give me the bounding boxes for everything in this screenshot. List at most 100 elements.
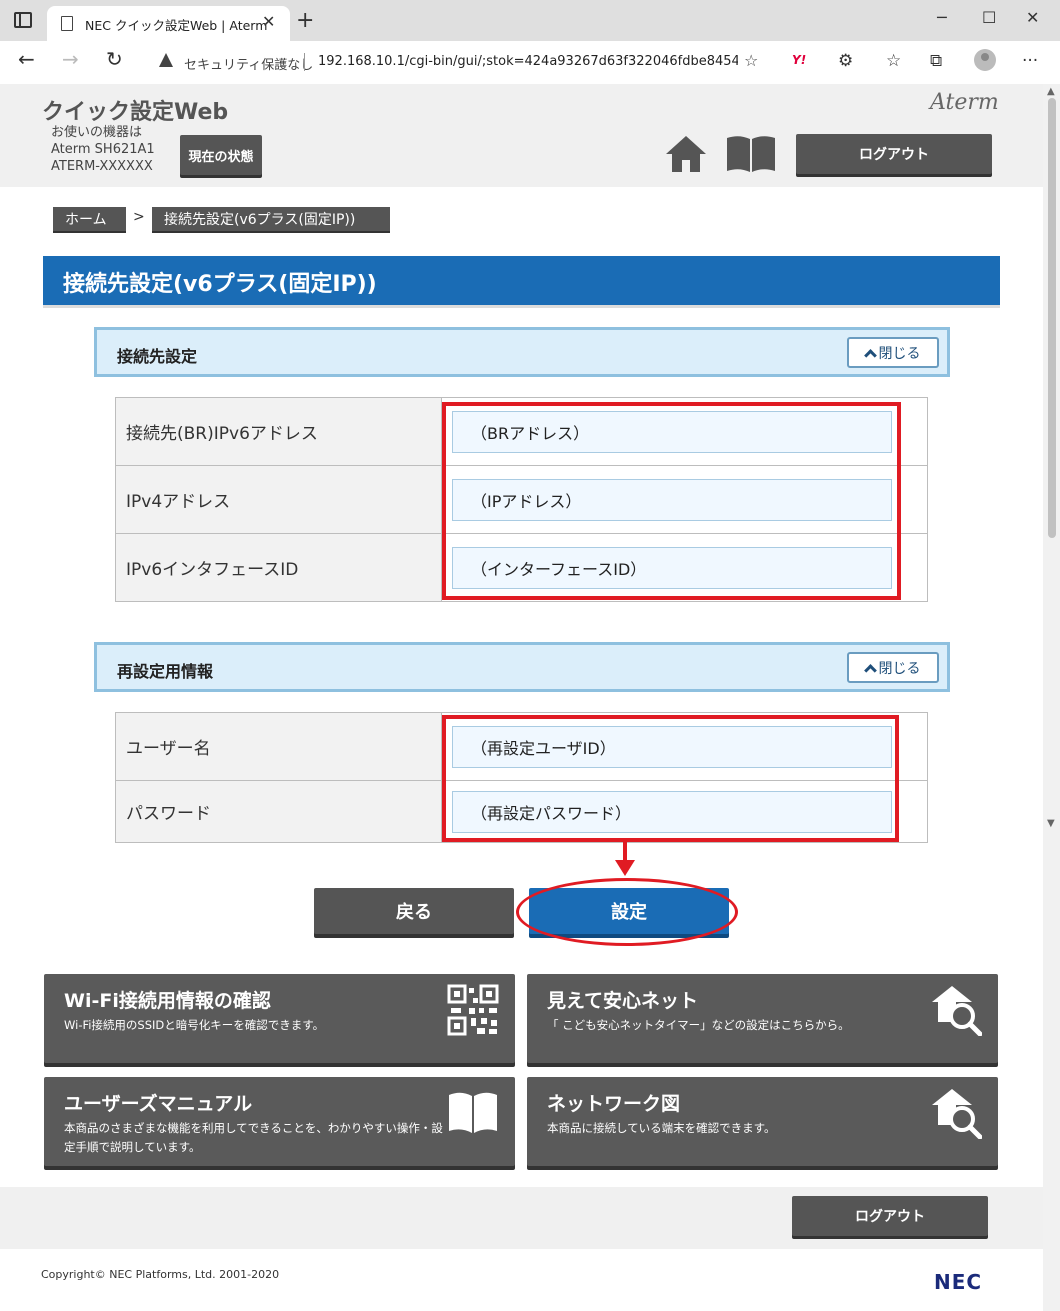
book-icon[interactable] — [725, 134, 777, 174]
breadcrumb-current[interactable]: 接続先設定(v6プラス(固定IP)) — [152, 207, 390, 231]
field-label-ipv4: IPv4アドレス — [115, 465, 442, 534]
address-separator — [304, 53, 305, 71]
forward-icon[interactable]: → — [62, 47, 79, 71]
nav-bar: ← → ↻ セキュリティ保護なし 192.168.10.1/cgi-bin/gu… — [0, 41, 1060, 84]
tab-title: NEC クイック設定Web | Aterm — [85, 18, 268, 33]
tile-title: 見えて安心ネット — [547, 990, 699, 1012]
tile-title: Wi-Fi接続用情報の確認 — [64, 990, 271, 1012]
copyright: Copyright© NEC Platforms, Ltd. 2001-2020 — [41, 1268, 280, 1281]
breadcrumb-separator: > — [133, 209, 145, 225]
reset-info-table: ユーザー名 パスワード — [115, 712, 928, 843]
logout-button[interactable]: ログアウト — [796, 134, 992, 174]
field-label-username: ユーザー名 — [115, 712, 442, 781]
site-header: クイック設定Web お使いの機器は Aterm SH621A1 ATERM-XX… — [0, 84, 1043, 187]
device-info: お使いの機器は Aterm SH621A1 ATERM-XXXXXX — [51, 124, 155, 175]
maximize-button[interactable]: ☐ — [982, 8, 996, 27]
browser-chrome: NEC クイック設定Web | Aterm ✕ + ─ ☐ ✕ ← → ↻ セキ… — [0, 0, 1060, 84]
breadcrumb-home[interactable]: ホーム — [53, 207, 126, 231]
home-search-icon — [932, 1089, 982, 1139]
chevron-up-icon — [863, 348, 877, 362]
extensions-icon[interactable]: ⚙ — [838, 51, 853, 71]
tile-wifi-info[interactable]: Wi-Fi接続用情報の確認 Wi-Fi接続用のSSIDと暗号化キーを確認できます… — [44, 974, 515, 1063]
tile-description: Wi-Fi接続用のSSIDと暗号化キーを確認できます。 — [64, 1018, 325, 1032]
field-cell — [441, 465, 928, 534]
favorites-icon[interactable]: ☆ — [886, 51, 901, 71]
scrollbar[interactable]: ▲ ▼ — [1043, 84, 1060, 1311]
back-button[interactable]: 戻る — [314, 888, 514, 934]
field-cell — [441, 712, 928, 781]
tile-users-manual[interactable]: ユーザーズマニュアル 本商品のさまざまな機能を利用してできることを、わかりやすい… — [44, 1077, 515, 1166]
field-cell — [441, 397, 928, 466]
warning-icon[interactable] — [159, 53, 173, 67]
tile-description: 本商品に接続している端末を確認できます。 — [547, 1121, 776, 1135]
field-label-interface-id: IPv6インタフェースID — [115, 533, 442, 602]
security-status[interactable]: セキュリティ保護なし — [184, 54, 313, 73]
scroll-thumb[interactable] — [1048, 98, 1056, 538]
username-input[interactable] — [452, 725, 892, 768]
collapse-button[interactable]: 閉じる — [847, 337, 939, 368]
password-input[interactable] — [452, 790, 892, 833]
back-icon[interactable]: ← — [18, 47, 35, 71]
app-title: クイック設定Web — [42, 100, 229, 125]
profile-icon[interactable] — [974, 49, 996, 71]
table-row: 接続先(BR)IPv6アドレス — [115, 397, 928, 466]
aterm-logo: Aterm — [930, 90, 999, 115]
submit-button[interactable]: 設定 — [529, 888, 729, 934]
more-menu-icon[interactable]: ··· — [1022, 51, 1038, 71]
collapse-button[interactable]: 閉じる — [847, 652, 939, 683]
minimize-button[interactable]: ─ — [937, 8, 947, 27]
device-name: ATERM-XXXXXX — [51, 159, 153, 174]
active-tab[interactable]: NEC クイック設定Web | Aterm ✕ — [47, 6, 290, 41]
connection-settings-table: 接続先(BR)IPv6アドレス IPv4アドレス IPv6インタフェースID — [115, 397, 928, 602]
address-bar[interactable]: セキュリティ保護なし 192.168.10.1/cgi-bin/gui/;sto… — [146, 46, 773, 78]
add-favorite-icon[interactable]: ☆ — [744, 51, 758, 70]
field-label-password: パスワード — [115, 780, 442, 843]
field-label-br-ipv6: 接続先(BR)IPv6アドレス — [115, 397, 442, 466]
chevron-up-icon — [863, 663, 877, 677]
table-row: パスワード — [115, 780, 928, 843]
table-row: IPv4アドレス — [115, 465, 928, 534]
logout-button-bottom[interactable]: ログアウト — [792, 1196, 988, 1236]
page-content: クイック設定Web お使いの機器は Aterm SH621A1 ATERM-XX… — [0, 84, 1043, 1311]
nec-logo: NEC — [934, 1270, 983, 1294]
scroll-down-icon[interactable]: ▼ — [1047, 818, 1055, 829]
field-cell — [441, 780, 928, 843]
page-icon — [61, 16, 73, 31]
device-model: Aterm SH621A1 — [51, 142, 155, 157]
book-icon — [449, 1092, 497, 1133]
section-header-reset: 再設定用情報 閉じる — [94, 642, 950, 692]
table-row: ユーザー名 — [115, 712, 928, 781]
tile-network-map[interactable]: ネットワーク図 本商品に接続している端末を確認できます。 — [527, 1077, 998, 1166]
tab-bar: NEC クイック設定Web | Aterm ✕ + ─ ☐ ✕ — [0, 0, 1060, 41]
device-line: お使いの機器は — [51, 125, 143, 140]
page-title: 接続先設定(v6プラス(固定IP)) — [63, 272, 377, 297]
page-title-bar: 接続先設定(v6プラス(固定IP)) — [43, 256, 1000, 308]
yahoo-extension-icon[interactable]: Y! — [792, 53, 806, 67]
section-title: 再設定用情報 — [117, 662, 214, 681]
tile-title: ネットワーク図 — [547, 1093, 681, 1115]
br-ipv6-address-input[interactable] — [452, 410, 892, 453]
tab-close-icon[interactable]: ✕ — [262, 12, 275, 31]
collections-icon[interactable]: ⧉ — [930, 51, 942, 71]
new-tab-button[interactable]: + — [296, 8, 314, 33]
section-title: 接続先設定 — [117, 347, 198, 366]
collapse-label: 閉じる — [878, 660, 921, 677]
home-icon[interactable] — [665, 134, 707, 174]
scroll-up-icon[interactable]: ▲ — [1047, 86, 1055, 97]
ipv4-address-input[interactable] — [452, 478, 892, 521]
reload-icon[interactable]: ↻ — [106, 47, 123, 71]
home-search-icon — [932, 986, 982, 1036]
tile-description: 「 こども安心ネットタイマー」などの設定はこちらから。 — [547, 1018, 850, 1032]
section-header-connection: 接続先設定 閉じる — [94, 327, 950, 377]
tile-title: ユーザーズマニュアル — [64, 1093, 253, 1115]
close-window-button[interactable]: ✕ — [1026, 8, 1039, 27]
ipv6-interface-id-input[interactable] — [452, 546, 892, 589]
url-text[interactable]: 192.168.10.1/cgi-bin/gui/;stok=424a93267… — [318, 54, 738, 69]
table-row: IPv6インタフェースID — [115, 533, 928, 602]
current-status-button[interactable]: 現在の状態 — [180, 135, 262, 175]
tab-actions-icon[interactable] — [14, 12, 32, 28]
qr-code-icon — [447, 984, 499, 1036]
tile-safe-net[interactable]: 見えて安心ネット 「 こども安心ネットタイマー」などの設定はこちらから。 — [527, 974, 998, 1063]
annotation-arrow-head — [615, 860, 635, 876]
tile-description: 本商品のさまざまな機能を利用してできることを、わかりやすい操作・設定手順で説明し… — [64, 1121, 443, 1154]
